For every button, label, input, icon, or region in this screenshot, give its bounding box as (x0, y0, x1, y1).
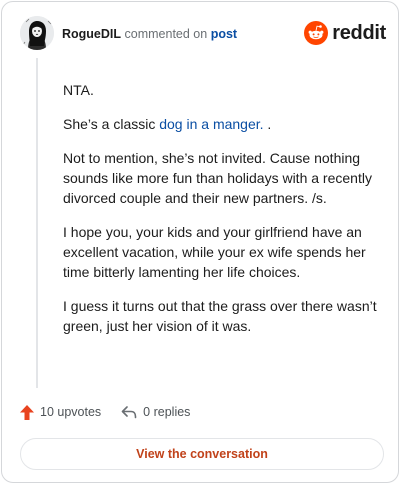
upvote-arrow-icon (20, 404, 34, 420)
reply-icon (121, 406, 137, 419)
view-conversation-label: View the conversation (136, 447, 268, 461)
comment-paragraph: I guess it turns out that the grass over… (63, 298, 377, 334)
reddit-logo[interactable]: reddit (304, 20, 386, 46)
post-link[interactable]: post (211, 27, 237, 41)
comment-body: NTA. She’s a classic dog in a manger. . … (63, 80, 381, 350)
comment-paragraph: I hope you, your kids and your girlfrien… (63, 224, 366, 280)
username[interactable]: RogueDIL (62, 27, 121, 41)
reddit-wordmark: reddit (332, 21, 386, 44)
comment-header: RogueDIL commented on post reddit (20, 14, 386, 54)
view-conversation-button[interactable]: View the conversation (20, 438, 384, 470)
comment-card: RogueDIL commented on post reddit NTA. S… (1, 1, 399, 483)
comment-actions: 10 upvotes 0 replies (20, 402, 210, 422)
comment-text: . (263, 116, 272, 132)
avatar[interactable] (20, 16, 54, 50)
upvote-count: 10 upvotes (40, 405, 102, 419)
dog-in-a-manger-link[interactable]: dog in a manger. (159, 116, 263, 132)
avatar-illustration (20, 16, 54, 50)
reply-count: 0 replies (143, 405, 191, 419)
reply-button[interactable]: 0 replies (121, 405, 190, 419)
comment-text: She’s a classic (63, 116, 160, 132)
comment-paragraph: Not to mention, she’s not invited. Cause… (63, 150, 372, 206)
upvote-button[interactable]: 10 upvotes (20, 404, 102, 420)
byline: RogueDIL commented on post (62, 27, 237, 41)
comment-paragraph: She’s a classic dog in a manger. . (63, 114, 381, 134)
comment-paragraph: NTA. (63, 82, 94, 98)
reddit-logo-icon (304, 21, 329, 45)
action-text: commented on (124, 27, 208, 41)
thread-line (36, 58, 38, 388)
